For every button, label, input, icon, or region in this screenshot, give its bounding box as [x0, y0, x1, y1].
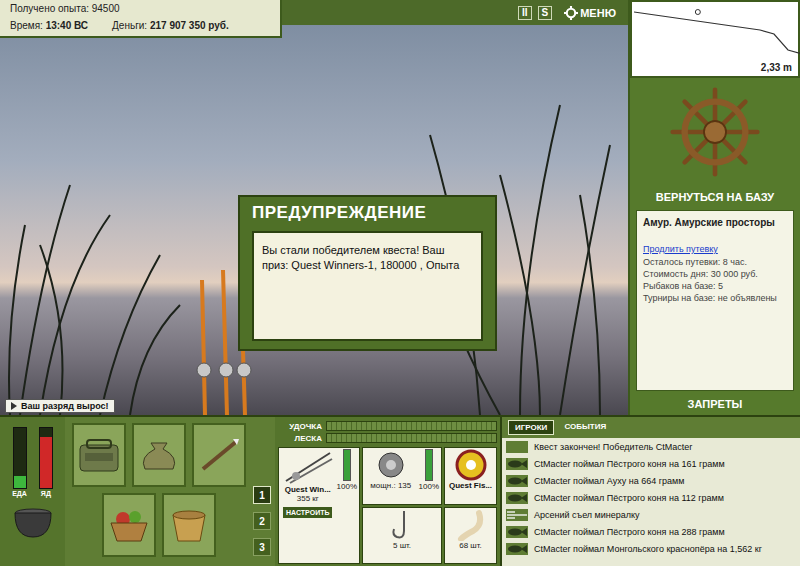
meter-track [39, 427, 53, 489]
rod-slot[interactable]: Quest Win... 355 кг НАСТРОИТЬ 100% [278, 447, 360, 564]
menu-button[interactable]: МЕНЮ [564, 6, 616, 20]
info-line: Рыбаков на базе: 5 [643, 280, 787, 292]
bag-icon [77, 437, 121, 473]
bans-button[interactable]: ЗАПРЕТЫ [630, 393, 800, 415]
side-panel: 2,33 m ВЕРНУТЬСЯ НА БАЗУ Амур. Амурские … [628, 0, 800, 415]
cauldron-icon[interactable] [11, 505, 55, 539]
worm-icon [453, 509, 489, 541]
feed-item: CtMacter поймал Монгольского краснопёра … [502, 540, 800, 557]
bucket-icon [167, 507, 211, 543]
main-area: II S МЕНЮ ПРЕДУПРЕЖДЕНИЕ Вы стали победи… [0, 0, 628, 415]
meter-track [13, 427, 27, 489]
sack-icon [137, 437, 181, 473]
fish-icon [507, 527, 527, 537]
feed-item: Квест закончен! Победитель CtMacter [502, 438, 800, 455]
depth-chart: 2,33 m [630, 0, 800, 78]
ship-wheel-icon[interactable] [669, 86, 761, 178]
lake-scene[interactable]: ПРЕДУПРЕЖДЕНИЕ Вы стали победителем квес… [0, 25, 628, 415]
depth-reading: 2,33 m [761, 62, 792, 73]
base-name: Амур. Амурские просторы [643, 217, 787, 228]
extend-link[interactable]: Продлить путевку [643, 244, 787, 254]
dialog-message: Вы стали победителем квеста! Ваш приз: Q… [252, 231, 483, 341]
feed-item: Арсений съел минералку [502, 506, 800, 523]
inventory-slot[interactable] [102, 493, 156, 557]
rank-notice: Ваш разряд вырос! [5, 399, 115, 413]
tension-row: УДОЧКА [278, 421, 497, 431]
inventory-slot[interactable] [72, 423, 126, 487]
line-slot[interactable]: Quest Fis... [444, 447, 497, 505]
info-line: Осталось путевки: 8 час. [643, 256, 787, 268]
line-spool-icon [453, 449, 489, 481]
hook-slot[interactable]: 5 шт. [362, 507, 442, 565]
bait-slot[interactable]: 68 шт. [444, 507, 497, 565]
warning-dialog: ПРЕДУПРЕЖДЕНИЕ Вы стали победителем квес… [238, 195, 497, 351]
stats-panel: Получено опыта: 94500 Время: 13:40 ВС Де… [0, 0, 282, 38]
page-button[interactable]: 2 [253, 512, 271, 530]
tension-bar [326, 433, 497, 443]
inventory-slot[interactable] [162, 493, 216, 557]
return-button[interactable]: ВЕРНУТЬСЯ НА БАЗУ [630, 186, 800, 208]
feed-tab[interactable]: СОБЫТИЯ [558, 420, 612, 435]
pause-button[interactable]: II [518, 6, 532, 20]
page-button[interactable]: 1 [253, 486, 271, 504]
money: Деньги: 217 907 350 руб. [112, 20, 229, 31]
tackle-panel: УДОЧКА ЛЕСКА Quest Win... 355 кг НАСТРОИ… [275, 417, 500, 566]
fish-icon [507, 493, 527, 503]
experience: Получено опыта: 94500 [10, 3, 270, 14]
reel-icon [371, 449, 411, 481]
feed-item: CtMacter поймал Пёстрого коня на 112 гра… [502, 489, 800, 506]
meters-panel: ЕДА ЯД [0, 417, 65, 566]
feed-panel: ИГРОКИ СОБЫТИЯ Квест закончен! Победитель… [500, 417, 800, 566]
arrow-icon [11, 402, 17, 410]
time: Время: 13:40 ВС [10, 20, 88, 31]
reel-slot[interactable]: мощн.: 135 100% [362, 447, 442, 505]
meter: ЕДА [12, 427, 27, 497]
game-screen: II S МЕНЮ ПРЕДУПРЕЖДЕНИЕ Вы стали победи… [0, 0, 800, 566]
dialog-title: ПРЕДУПРЕЖДЕНИЕ [252, 203, 483, 223]
fork-icon [507, 510, 527, 520]
sound-button[interactable]: S [538, 6, 553, 20]
fish-icon [507, 476, 527, 486]
feed-item: CtMacter поймал Пёстрого коня на 161 гра… [502, 455, 800, 472]
setup-button[interactable]: НАСТРОИТЬ [283, 507, 332, 518]
inventory-slot[interactable] [192, 423, 246, 487]
feed-item: CtMacter поймал Пёстрого коня на 288 гра… [502, 523, 800, 540]
fish-icon [507, 544, 527, 554]
wheel-area [630, 78, 800, 186]
food-basket-icon [107, 507, 151, 543]
gear-icon [564, 6, 578, 20]
float-marker [695, 10, 700, 15]
info-line: Стоимость дня: 30 000 руб. [643, 268, 787, 280]
page-button[interactable]: 3 [253, 538, 271, 556]
feed-item: CtMacter поймал Ауху на 664 грамм [502, 472, 800, 489]
meter: ЯД [39, 427, 53, 497]
depth-line [634, 12, 800, 54]
rod-case-icon [197, 437, 241, 473]
rod-icon [282, 449, 334, 485]
feed-tab[interactable]: ИГРОКИ [508, 420, 554, 435]
hook-icon [384, 509, 420, 541]
fish-icon [507, 459, 527, 469]
bottom-bar: ЕДА ЯД 1 2 3 УДОЧКА ЛЕСКА Quest Win... 355… [0, 415, 800, 566]
base-info: Амур. Амурские просторы Продлить путевку… [636, 210, 794, 391]
tension-bar [326, 421, 497, 431]
inventory-panel: 1 2 3 [65, 417, 275, 566]
info-line: Турниры на базе: не объявлены [643, 292, 787, 304]
inventory-slot[interactable] [132, 423, 186, 487]
tension-row: ЛЕСКА [278, 433, 497, 443]
